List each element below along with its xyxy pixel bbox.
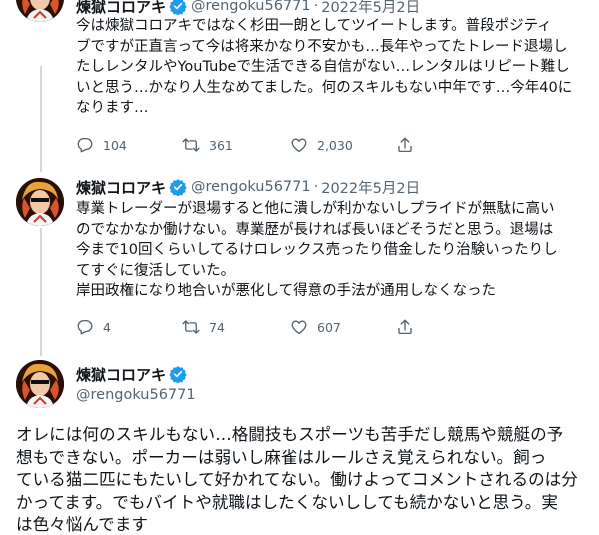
display-name[interactable]: 煉獄コロアキ — [76, 364, 166, 385]
tweet-text-line: オレには何のスキルもない…格闘技もスポーツも苦手だし競馬や競艇の予 — [16, 425, 564, 444]
like-icon — [291, 138, 307, 153]
like-count: 2,030 — [317, 137, 353, 153]
thread-connector-line — [40, 228, 42, 356]
tweet-date[interactable]: 2022年5月2日 — [321, 177, 420, 198]
tweet-text-line: かってます。でもバイトや就職はしたくないししても続かないと思う。実 — [16, 492, 558, 512]
user-handle[interactable]: @rengoku56771 — [76, 387, 196, 403]
avatar[interactable] — [16, 178, 64, 226]
user-handle[interactable]: @rengoku56771 — [191, 0, 311, 14]
share-button[interactable] — [396, 136, 502, 154]
tweet-text: オレには何のスキルもない…格闘技もスポーツも苦手だし競馬や競艇の予 想もできない… — [16, 424, 586, 535]
tweet-text-line: ている猫二匹にもたいして好かれてない。働けよってコメントされるのは分 — [16, 470, 578, 490]
user-handle[interactable]: @rengoku56771 — [191, 179, 311, 195]
like-count: 607 — [317, 319, 341, 335]
tweet-text-line: なります… — [76, 100, 149, 116]
tweet-text-line: 今まで10回くらいしてるけロレックス売ったり借金したり治験いったりし — [76, 242, 558, 258]
tweet-text-line: いと思う…かなり人生なめてました。何のスキルもない中年です…今年40に — [76, 79, 573, 96]
tweet-header: 煉獄コロアキ — [76, 363, 191, 385]
tweet-handle-line: @rengoku56771 — [76, 384, 196, 406]
tweet-text-line: のでなかなか働けない。専業歴が長ければ長いほどそうだと思う。退場は — [76, 221, 554, 238]
tweet-text-line: てすぐに復活していた。 — [76, 262, 236, 279]
avatar[interactable] — [16, 0, 64, 22]
like-button[interactable]: 607 — [290, 318, 396, 336]
separator-dot: · — [313, 0, 319, 14]
display-name[interactable]: 煉獄コロアキ — [76, 0, 166, 17]
tweet-text: 専業トレーダーが退場すると他に潰しが利かないしプライドが無駄に高い のでなかなか… — [76, 199, 581, 302]
verified-badge-icon — [169, 0, 187, 15]
tweet-header: 煉獄コロアキ @rengoku56771 · 2022年5月2日 — [76, 176, 420, 198]
tweet-text-line: たしレンタルやYouTubeで生活できる自信がない…レンタルはリピート難し — [76, 59, 570, 75]
display-name[interactable]: 煉獄コロアキ — [76, 177, 166, 198]
tweet-actions: 104 361 2,030 — [76, 135, 502, 155]
tweet-text: 今は煉獄コロアキではなく杉田一朗としてツイートします。普段ポジティ ブですが正直… — [76, 16, 581, 119]
tweet-text-line: は色々悩んでます — [16, 515, 148, 535]
reply-count: 4 — [103, 319, 111, 335]
verified-badge-icon — [169, 179, 187, 196]
avatar-image — [16, 178, 64, 226]
avatar[interactable] — [16, 360, 64, 408]
tweet-text-line: 今は煉獄コロアキではなく杉田一朗としてツイートします。普段ポジティ — [76, 18, 552, 34]
reply-icon — [77, 319, 93, 335]
share-button[interactable] — [396, 318, 502, 336]
tweet-header: 煉獄コロアキ @rengoku56771 · 2022年5月2日 — [76, 0, 420, 17]
verified-badge-icon — [169, 366, 187, 383]
like-button[interactable]: 2,030 — [290, 136, 396, 154]
like-icon — [291, 320, 307, 335]
retweet-button[interactable]: 361 — [182, 136, 290, 154]
share-icon — [398, 137, 412, 153]
reply-count: 104 — [103, 137, 127, 153]
retweet-count: 74 — [209, 319, 225, 335]
thread-connector-line — [40, 66, 42, 172]
reply-icon — [77, 137, 93, 153]
separator-dot: · — [313, 179, 319, 195]
tweet-date[interactable]: 2022年5月2日 — [321, 0, 420, 17]
tweet-text-line: 想もできない。ポーカーは弱いし麻雀はルールさえ覚えられない。飼っ — [16, 447, 547, 467]
tweet-actions: 4 74 607 — [76, 317, 502, 337]
reply-button[interactable]: 104 — [76, 136, 182, 154]
avatar-image — [16, 0, 64, 22]
retweet-icon — [182, 320, 200, 334]
share-icon — [398, 319, 412, 335]
tweet-text-line: 岸田政権になり地合いが悪化して得意の手法が通用しなくなった — [76, 283, 497, 299]
retweet-count: 361 — [209, 137, 233, 153]
avatar-image — [16, 360, 64, 408]
retweet-button[interactable]: 74 — [182, 318, 290, 336]
tweet-text-line: 専業トレーダーが退場すると他に潰しが利かないしプライドが無駄に高い — [76, 201, 555, 217]
tweet-text-line: ブですが正直言って今は将来かなり不安かも…長年やってたトレード退場し — [76, 38, 568, 55]
reply-button[interactable]: 4 — [76, 318, 182, 336]
retweet-icon — [182, 138, 200, 152]
